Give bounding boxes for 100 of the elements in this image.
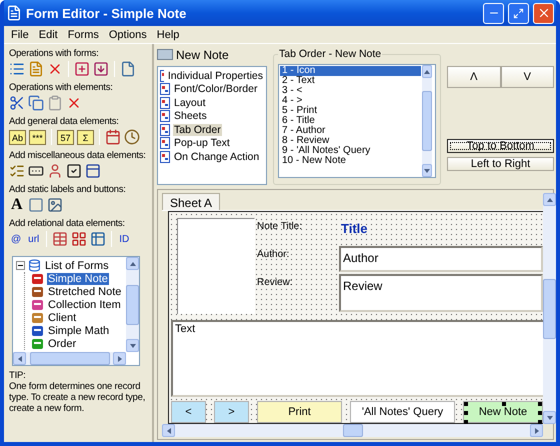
copy-icon[interactable] bbox=[28, 95, 44, 111]
order-list-entry[interactable]: 7 - Author bbox=[280, 126, 421, 136]
form-button[interactable]: 'All Notes' Query bbox=[350, 401, 455, 423]
tool-button[interactable]: Ab bbox=[9, 130, 26, 144]
arrange-button[interactable]: Left to Right bbox=[447, 157, 554, 171]
tool-button[interactable]: url bbox=[26, 234, 42, 244]
form-button[interactable]: < bbox=[171, 401, 206, 423]
tree-item[interactable]: Simple Note bbox=[47, 272, 109, 284]
tip-title: TIP: bbox=[9, 370, 27, 381]
order-list-entry[interactable]: 4 - > bbox=[280, 96, 421, 106]
calendar-icon[interactable] bbox=[105, 129, 122, 145]
order-list-entry[interactable]: 5 - Print bbox=[280, 106, 421, 116]
checkbox-icon[interactable] bbox=[66, 163, 82, 179]
form-button[interactable]: > bbox=[214, 401, 249, 423]
scroll-left-icon[interactable] bbox=[16, 354, 24, 362]
document-icon bbox=[160, 137, 170, 150]
tool-button[interactable]: Σ bbox=[77, 130, 94, 144]
tree-item[interactable]: List of Forms bbox=[44, 260, 110, 272]
property-page-item[interactable]: Individual Properties bbox=[166, 70, 264, 82]
scissors-icon[interactable] bbox=[9, 95, 25, 111]
arrange-button[interactable]: Top to Bottom bbox=[447, 139, 554, 153]
text-field[interactable]: Text bbox=[171, 320, 543, 397]
order-list-entry[interactable]: 10 - New Note bbox=[280, 156, 421, 166]
tool-button[interactable]: @ bbox=[9, 234, 24, 244]
section-title: Add static labels and buttons: bbox=[9, 184, 127, 195]
panel-icon[interactable] bbox=[85, 163, 101, 179]
scroll-up-icon[interactable] bbox=[546, 196, 554, 204]
scroll-thumb[interactable] bbox=[30, 352, 110, 365]
menu-item[interactable]: Help bbox=[152, 28, 184, 40]
order-list-entry[interactable]: 8 - Review bbox=[280, 136, 421, 146]
picture-icon[interactable] bbox=[46, 197, 63, 213]
tree-item[interactable]: Client bbox=[47, 312, 78, 324]
list-icon[interactable] bbox=[9, 61, 25, 77]
property-page-item[interactable]: Tab Order bbox=[173, 124, 222, 136]
menu-item[interactable]: Options bbox=[104, 28, 152, 40]
collapse-icon[interactable] bbox=[16, 261, 25, 270]
section-title: Add miscellaneous data elements: bbox=[9, 150, 147, 161]
form-icon bbox=[31, 338, 44, 350]
scroll-thumb[interactable] bbox=[126, 284, 139, 324]
table-icon[interactable] bbox=[90, 231, 106, 247]
order-list-entry[interactable]: 9 - 'All Notes' Query bbox=[280, 146, 421, 156]
app-icon bbox=[6, 5, 22, 21]
scrollbar[interactable] bbox=[422, 65, 432, 177]
plus-icon[interactable] bbox=[74, 61, 90, 77]
menu-item[interactable]: Forms bbox=[62, 28, 104, 40]
scrollbar[interactable] bbox=[126, 257, 139, 352]
window-title: Form Editor - Simple Note bbox=[26, 6, 188, 20]
sheet-tab[interactable]: Sheet A bbox=[162, 193, 220, 210]
document-icon[interactable] bbox=[28, 61, 44, 77]
scroll-thumb[interactable] bbox=[422, 91, 432, 151]
tree-item[interactable]: Collection Item bbox=[47, 298, 122, 310]
page-icon[interactable] bbox=[120, 61, 136, 77]
property-page-item[interactable]: Sheets bbox=[173, 110, 208, 122]
scroll-down-icon[interactable] bbox=[546, 414, 554, 422]
tree-item[interactable]: Stretched Note bbox=[47, 286, 122, 298]
order-list-entry[interactable]: 2 - Text bbox=[280, 76, 421, 86]
close-button[interactable] bbox=[533, 2, 554, 24]
order-list-entry[interactable]: 1 - Icon bbox=[280, 66, 421, 76]
scroll-left-icon[interactable] bbox=[164, 426, 172, 434]
checklist-icon[interactable] bbox=[9, 163, 25, 179]
minimize-button[interactable] bbox=[483, 2, 504, 24]
tool-button[interactable]: 57 bbox=[57, 130, 74, 144]
order-list-entry[interactable]: 6 - Title bbox=[280, 116, 421, 126]
table-icon[interactable] bbox=[52, 231, 68, 247]
order-list-entry[interactable]: 3 - < bbox=[280, 86, 421, 96]
person-icon[interactable] bbox=[47, 163, 63, 179]
tool-button[interactable]: ID bbox=[117, 234, 132, 244]
scrollbar[interactable] bbox=[543, 193, 556, 424]
form-button[interactable]: Print bbox=[257, 401, 342, 423]
scroll-up-icon[interactable] bbox=[128, 260, 136, 268]
scroll-up-icon[interactable] bbox=[423, 68, 431, 76]
property-page-item[interactable]: Pop-up Text bbox=[173, 137, 231, 150]
grid-icon[interactable] bbox=[71, 231, 88, 247]
square-icon[interactable] bbox=[28, 197, 44, 213]
maximize-button[interactable] bbox=[508, 2, 529, 24]
tree-item[interactable]: Order bbox=[47, 338, 78, 350]
property-page-item[interactable]: Layout bbox=[173, 96, 207, 109]
property-page-item[interactable]: Font/Color/Border bbox=[173, 83, 258, 96]
input-field[interactable]: Review bbox=[339, 274, 543, 312]
input-field[interactable]: Author bbox=[339, 246, 543, 272]
menu-item[interactable]: Edit bbox=[34, 28, 63, 40]
scroll-right-icon[interactable] bbox=[532, 426, 540, 434]
clock-icon[interactable] bbox=[124, 129, 140, 145]
tree-item[interactable]: Simple Math bbox=[47, 324, 110, 336]
document-icon bbox=[160, 96, 170, 109]
scroll-right-icon[interactable] bbox=[116, 354, 124, 362]
property-page-item[interactable]: On Change Action bbox=[173, 150, 260, 163]
form-button[interactable]: New Note bbox=[463, 401, 543, 423]
scrollbar[interactable] bbox=[162, 424, 543, 437]
section-title: Add relational data elements: bbox=[9, 218, 126, 229]
scroll-down-icon[interactable] bbox=[128, 342, 136, 350]
scroll-thumb[interactable] bbox=[342, 424, 362, 437]
move-up-button[interactable]: Λ bbox=[447, 66, 500, 88]
menu-item[interactable]: File bbox=[6, 28, 34, 40]
move-down-button[interactable]: V bbox=[500, 66, 554, 88]
scroll-thumb[interactable] bbox=[543, 278, 556, 338]
scroll-down-icon[interactable] bbox=[423, 166, 431, 174]
scrollbar[interactable] bbox=[13, 352, 126, 365]
tool-button[interactable]: *** bbox=[29, 130, 46, 144]
tool-button[interactable]: A bbox=[9, 196, 25, 214]
